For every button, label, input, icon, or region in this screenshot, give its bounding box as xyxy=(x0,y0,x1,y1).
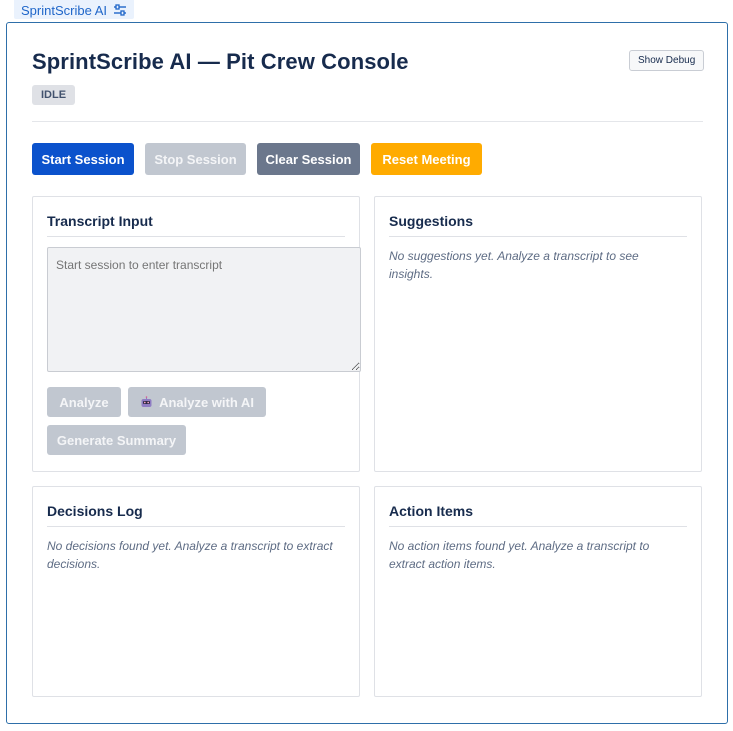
clear-session-button[interactable]: Clear Session xyxy=(257,143,360,175)
start-session-button[interactable]: Start Session xyxy=(32,143,134,175)
robot-icon xyxy=(140,395,153,409)
header-divider xyxy=(32,121,703,122)
generate-summary-button[interactable]: Generate Summary xyxy=(47,425,186,455)
transcript-panel: Transcript Input Analyze Analyze with AI… xyxy=(32,196,361,472)
sliders-icon xyxy=(113,4,127,16)
decisions-empty-text: No decisions found yet. Analyze a transc… xyxy=(47,539,333,571)
suggestions-heading: Suggestions xyxy=(389,213,474,229)
panel-divider xyxy=(47,526,345,527)
app-tab[interactable]: SprintScribe AI xyxy=(14,0,134,19)
panel-divider xyxy=(389,236,687,237)
panel-divider xyxy=(389,526,687,527)
panel-divider xyxy=(47,236,345,237)
action-items-heading: Action Items xyxy=(389,503,474,519)
app-tab-label: SprintScribe AI xyxy=(21,2,107,18)
analyze-with-ai-button[interactable]: Analyze with AI xyxy=(128,387,266,417)
show-debug-button[interactable]: Show Debug xyxy=(629,50,705,71)
transcript-input[interactable] xyxy=(47,247,361,372)
suggestions-panel: Suggestions No suggestions yet. Analyze … xyxy=(374,196,702,472)
action-items-panel: Action Items No action items found yet. … xyxy=(374,486,702,697)
decisions-panel: Decisions Log No decisions found yet. An… xyxy=(32,486,360,697)
page-title: SprintScribe AI — Pit Crew Console xyxy=(32,49,409,74)
suggestions-empty-text: No suggestions yet. Analyze a transcript… xyxy=(389,249,639,281)
transcript-heading: Transcript Input xyxy=(47,213,153,229)
action-items-empty-text: No action items found yet. Analyze a tra… xyxy=(389,539,650,571)
status-badge: IDLE xyxy=(32,85,76,105)
analyze-button[interactable]: Analyze xyxy=(47,387,121,417)
decisions-heading: Decisions Log xyxy=(47,503,143,519)
analyze-with-ai-label: Analyze with AI xyxy=(159,394,254,410)
console-frame: SprintScribe AI — Pit Crew Console IDLE … xyxy=(6,22,728,724)
reset-meeting-button[interactable]: Reset Meeting xyxy=(371,143,482,175)
stop-session-button[interactable]: Stop Session xyxy=(145,143,246,175)
